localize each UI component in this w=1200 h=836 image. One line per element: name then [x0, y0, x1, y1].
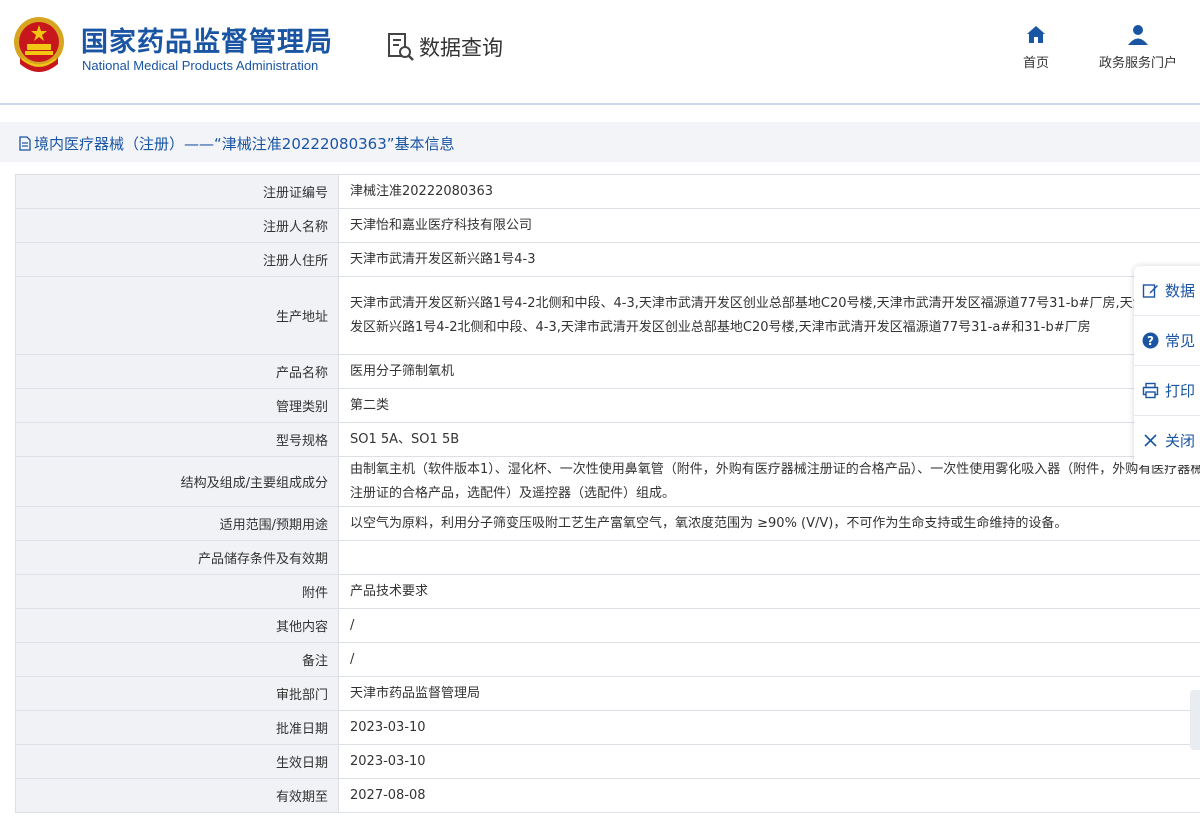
table-row: 结构及组成/主要组成成分 由制氧主机（软件版本1）、湿化杯、一次性使用鼻氧管（附…	[15, 456, 1200, 507]
field-label: 管理类别	[15, 388, 339, 423]
header-divider	[0, 103, 1200, 105]
field-label: 审批部门	[15, 676, 339, 711]
table-row: 有效期至 2027-08-08	[15, 778, 1200, 813]
section-title-bar: 境内医疗器械（注册）——“津械注准20222080363”基本信息	[0, 122, 1200, 162]
nav-gov-portal[interactable]: 政务服务门户	[1090, 24, 1186, 71]
field-value: 2023-03-10	[338, 744, 1200, 779]
float-print-button[interactable]: 打印	[1134, 366, 1200, 416]
field-label: 附件	[15, 574, 339, 609]
table-row: 管理类别 第二类	[15, 388, 1200, 423]
table-row: 其他内容 /	[15, 608, 1200, 643]
field-value: 天津怡和嘉业医疗科技有限公司	[338, 208, 1200, 243]
table-row: 生效日期 2023-03-10	[15, 744, 1200, 779]
document-search-icon	[388, 33, 414, 61]
float-faq-button[interactable]: ? 常见	[1134, 316, 1200, 366]
field-value: 天津市武清开发区新兴路1号4-2北侧和中段、4-3,天津市武清开发区创业总部基地…	[338, 276, 1200, 355]
table-row: 审批部门 天津市药品监督管理局	[15, 676, 1200, 711]
float-data-label: 数据	[1165, 282, 1196, 300]
data-query-link[interactable]: 数据查询	[385, 31, 503, 63]
field-value: 2023-03-10	[338, 710, 1200, 745]
data-query-label: 数据查询	[419, 36, 503, 60]
help-icon: ?	[1142, 332, 1159, 349]
svg-text:?: ?	[1147, 334, 1154, 348]
brand-title-cn: 国家药品监督管理局	[81, 27, 333, 58]
section-title: 境内医疗器械（注册）——“津械注准20222080363”基本信息	[18, 133, 455, 154]
table-row: 产品储存条件及有效期	[15, 540, 1200, 575]
detail-table-wrapper: 注册证编号 津械注准20222080363 注册人名称 天津怡和嘉业医疗科技有限…	[15, 174, 1200, 813]
field-value: 天津市武清开发区新兴路1号4-3	[338, 242, 1200, 277]
field-label: 备注	[15, 642, 339, 677]
field-value: /	[338, 608, 1200, 643]
float-close-button[interactable]: 关闭	[1134, 416, 1200, 465]
table-row: 型号规格 SO1 5A、SO1 5B	[15, 422, 1200, 457]
nav-home-label: 首页	[1022, 56, 1049, 71]
document-icon	[19, 136, 31, 151]
field-label: 有效期至	[15, 778, 339, 813]
edit-icon	[1142, 284, 1158, 298]
field-label: 结构及组成/主要组成成分	[15, 456, 339, 507]
table-row: 注册证编号 津械注准20222080363	[15, 174, 1200, 209]
field-value: 第二类	[338, 388, 1200, 423]
field-label: 型号规格	[15, 422, 339, 457]
field-value: 天津市药品监督管理局	[338, 676, 1200, 711]
field-value	[338, 540, 1200, 575]
section-title-text: 境内医疗器械（注册）——“津械注准20222080363”基本信息	[34, 135, 455, 153]
side-scroll-tab[interactable]	[1190, 690, 1200, 750]
table-row: 批准日期 2023-03-10	[15, 710, 1200, 745]
field-value: 2027-08-08	[338, 778, 1200, 813]
field-label: 适用范围/预期用途	[15, 506, 339, 541]
field-value: 以空气为原料，利用分子筛变压吸附工艺生产富氧空气，氧浓度范围为 ≥90% (V/…	[338, 506, 1200, 541]
table-row: 适用范围/预期用途 以空气为原料，利用分子筛变压吸附工艺生产富氧空气，氧浓度范围…	[15, 506, 1200, 541]
table-row: 注册人住所 天津市武清开发区新兴路1号4-3	[15, 242, 1200, 277]
detail-table: 注册证编号 津械注准20222080363 注册人名称 天津怡和嘉业医疗科技有限…	[15, 174, 1200, 813]
field-label: 批准日期	[15, 710, 339, 745]
field-label: 其他内容	[15, 608, 339, 643]
nav-home[interactable]: 首页	[1016, 24, 1056, 71]
table-row: 附件 产品技术要求	[15, 574, 1200, 609]
print-icon	[1142, 382, 1159, 399]
float-close-label: 关闭	[1165, 432, 1196, 450]
brand-title-en: National Medical Products Administration	[82, 58, 319, 73]
float-print-label: 打印	[1165, 382, 1196, 400]
field-label: 注册人住所	[15, 242, 339, 277]
float-faq-label: 常见	[1165, 332, 1196, 350]
user-icon	[1128, 25, 1148, 45]
table-row: 注册人名称 天津怡和嘉业医疗科技有限公司	[15, 208, 1200, 243]
field-label: 生效日期	[15, 744, 339, 779]
field-value: SO1 5A、SO1 5B	[338, 422, 1200, 457]
table-row: 备注 /	[15, 642, 1200, 677]
field-value: 由制氧主机（软件版本1）、湿化杯、一次性使用鼻氧管（附件，外购有医疗器械注册证的…	[338, 456, 1200, 507]
close-icon	[1144, 434, 1157, 447]
floating-tool-panel: 数据 ? 常见 打印 关闭	[1134, 266, 1200, 465]
field-label: 生产地址	[15, 276, 339, 355]
home-icon	[1027, 26, 1045, 43]
table-row: 生产地址 天津市武清开发区新兴路1号4-2北侧和中段、4-3,天津市武清开发区创…	[15, 276, 1200, 355]
field-value: 产品技术要求	[338, 574, 1200, 609]
field-value: 医用分子筛制氧机	[338, 354, 1200, 389]
field-value: 津械注准20222080363	[338, 174, 1200, 209]
field-label: 注册人名称	[15, 208, 339, 243]
table-row: 产品名称 医用分子筛制氧机	[15, 354, 1200, 389]
float-data-button[interactable]: 数据	[1134, 266, 1200, 316]
field-label: 产品名称	[15, 354, 339, 389]
field-value: /	[338, 642, 1200, 677]
national-emblem-icon	[14, 17, 64, 72]
nav-gov-portal-label: 政务服务门户	[1098, 56, 1177, 71]
field-label: 产品储存条件及有效期	[15, 540, 339, 575]
site-header: 国家药品监督管理局 National Medical Products Admi…	[0, 0, 1200, 104]
field-label: 注册证编号	[15, 174, 339, 209]
